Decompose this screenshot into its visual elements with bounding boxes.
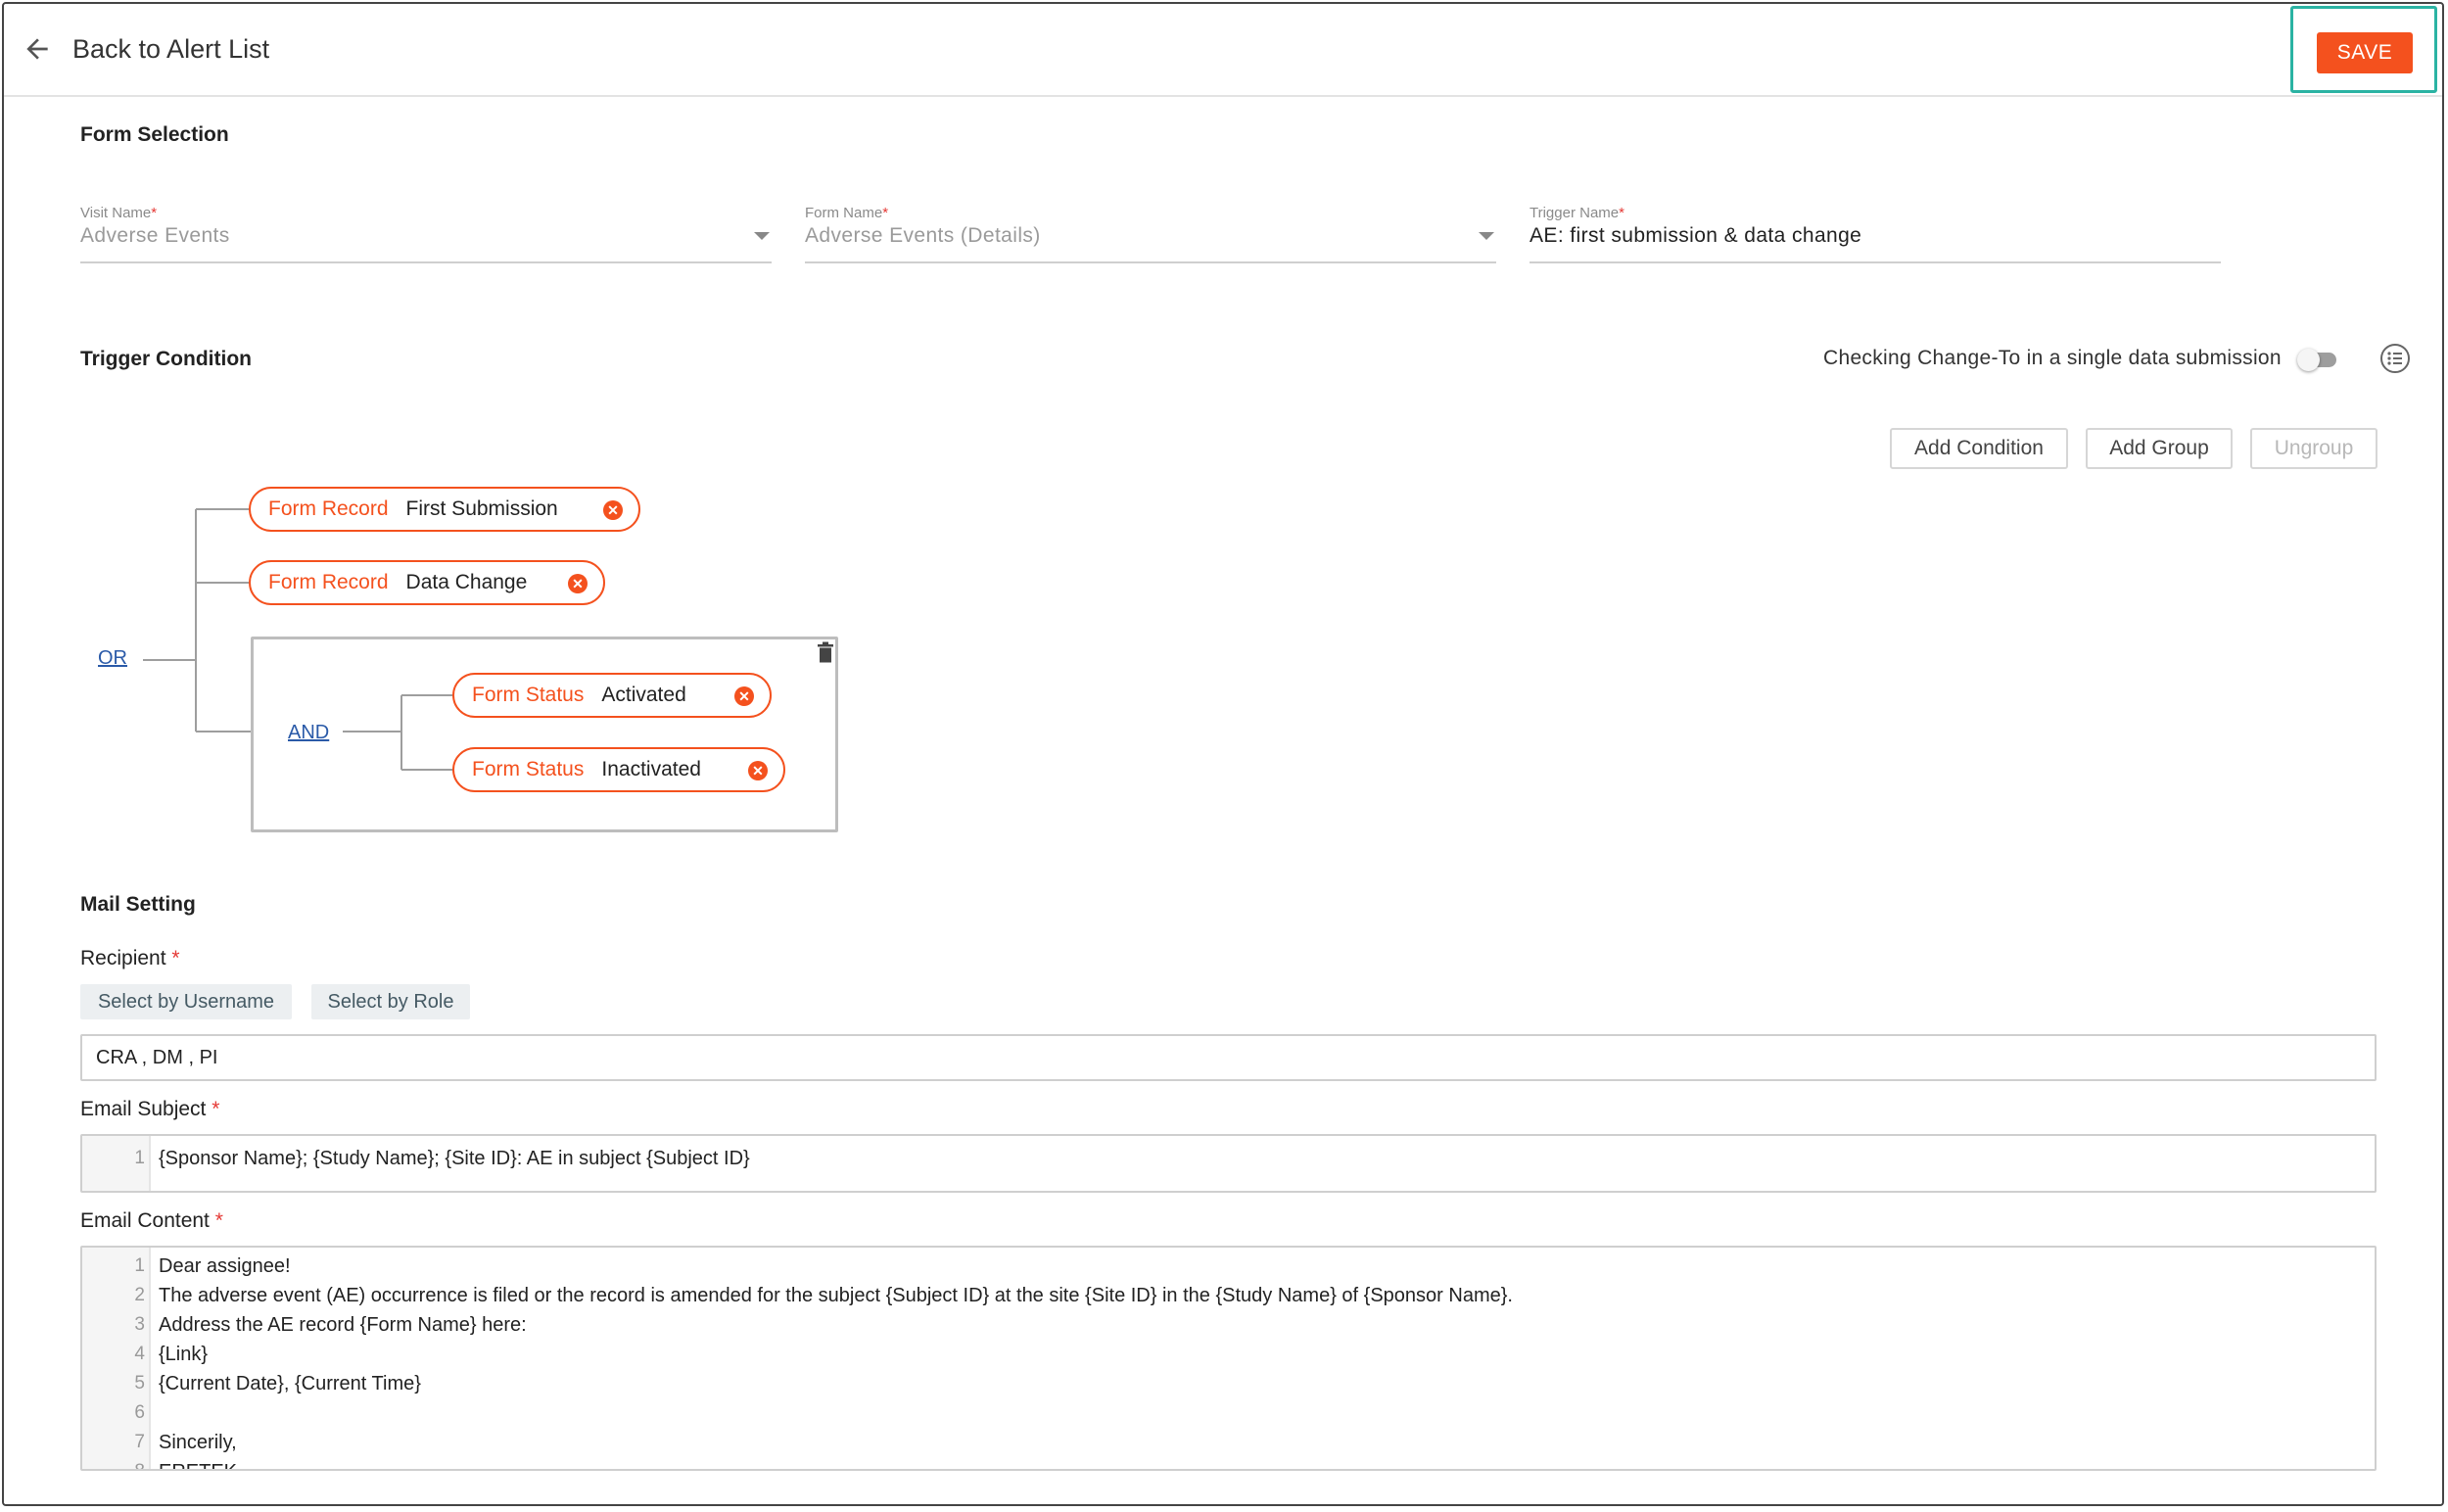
- app-window: Back to Alert List SAVE Form Selection V…: [2, 2, 2444, 1506]
- condition-group-box: [251, 637, 838, 832]
- email-content-editor[interactable]: 1 Dear assignee! 2 The adverse event (AE) …: [80, 1246, 2377, 1471]
- code-line: 4 {Link}: [134, 1344, 209, 1365]
- condition-value: Activated: [601, 684, 686, 706]
- code-line: 5 {Current Date}, {Current Time}: [134, 1373, 421, 1394]
- condition-pill[interactable]: Form Status Inactivated ✕: [452, 747, 785, 792]
- select-by-username-button[interactable]: Select by Username: [80, 984, 292, 1019]
- or-operator-link[interactable]: OR: [98, 647, 127, 670]
- code-line: 2 The adverse event (AE) occurrence is fi…: [134, 1285, 1513, 1306]
- select-by-role-button[interactable]: Select by Role: [311, 984, 470, 1019]
- code-line: 8ERETEK: [82, 1461, 2375, 1469]
- remove-condition-icon[interactable]: ✕: [568, 574, 588, 593]
- remove-condition-icon[interactable]: ✕: [748, 761, 768, 780]
- code-line: 6: [134, 1402, 145, 1423]
- code-line: 1 Dear assignee!: [134, 1255, 291, 1277]
- remove-condition-icon[interactable]: ✕: [734, 686, 754, 706]
- recipient-field[interactable]: CRA , DM , PI: [80, 1034, 2377, 1081]
- email-content-label: Email Content *: [80, 1209, 223, 1232]
- and-operator-link[interactable]: AND: [288, 722, 329, 744]
- code-line: 1 {Sponsor Name}; {Study Name}; {Site ID…: [134, 1148, 750, 1169]
- remove-condition-icon[interactable]: ✕: [603, 500, 623, 520]
- condition-pill[interactable]: Form Status Activated ✕: [452, 673, 772, 718]
- condition-pill[interactable]: Form Record First Submission ✕: [249, 487, 640, 532]
- mail-setting-title: Mail Setting: [80, 893, 196, 916]
- condition-pill[interactable]: Form Record Data Change ✕: [249, 560, 605, 605]
- code-line: 7 Sincerily,: [134, 1432, 237, 1453]
- code-line: 3 Address the AE record {Form Name} here:: [134, 1314, 527, 1336]
- condition-value: Inactivated: [601, 758, 701, 780]
- condition-type: Form Record: [268, 571, 389, 593]
- email-subject-label: Email Subject *: [80, 1098, 220, 1120]
- condition-value: First Submission: [405, 497, 558, 520]
- condition-value: Data Change: [405, 571, 528, 593]
- email-subject-editor[interactable]: 1 {Sponsor Name}; {Study Name}; {Site ID…: [80, 1134, 2377, 1193]
- condition-type: Form Record: [268, 497, 389, 520]
- condition-type: Form Status: [472, 758, 585, 780]
- trash-icon[interactable]: [817, 641, 834, 663]
- recipient-label: Recipient *: [80, 947, 180, 969]
- condition-type: Form Status: [472, 684, 585, 706]
